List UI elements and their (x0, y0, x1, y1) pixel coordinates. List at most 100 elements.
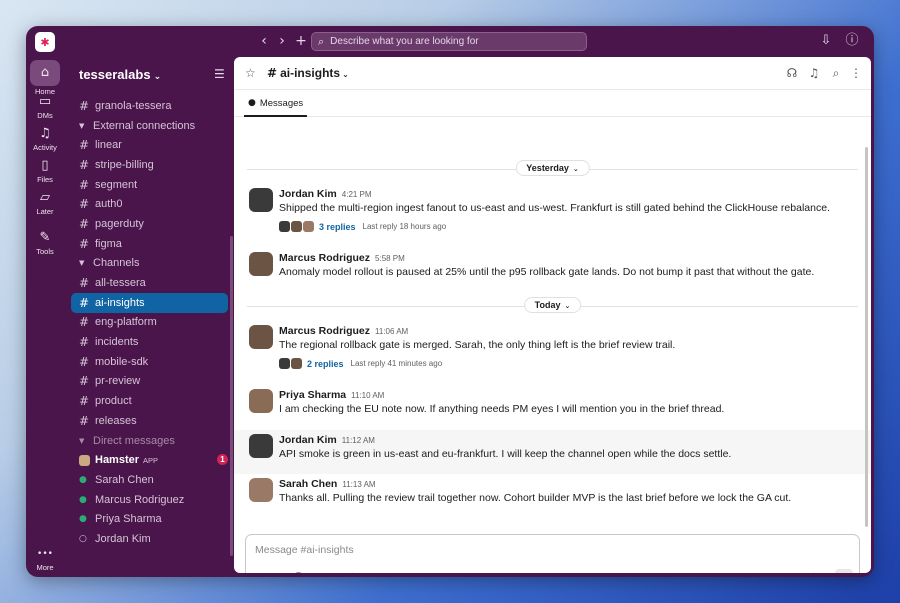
timestamp[interactable]: 4:21 PM (342, 190, 372, 199)
hamster-avatar (79, 454, 90, 466)
message-text: The regional rollback gate is merged. Sa… (279, 339, 676, 351)
sidebar-item-figma[interactable]: # figma (64, 234, 234, 254)
sidebar-item-eng-platform[interactable]: # eng-platform (64, 313, 234, 333)
author-name[interactable]: Jordan Kim (279, 434, 337, 446)
sidebar-item-pagerduty[interactable]: # pagerduty (64, 214, 234, 234)
author-name[interactable]: Sarah Chen (279, 478, 337, 490)
filter-icon[interactable]: ☰ (214, 67, 225, 81)
tab-messages[interactable]: ● Messages (244, 91, 308, 117)
rail-more[interactable]: ••• More (28, 546, 62, 572)
bell-icon[interactable]: ♫ (809, 572, 819, 574)
shortcut-icon[interactable]: ▢ (365, 572, 375, 573)
rail-home[interactable]: ⌂ Home (28, 60, 62, 96)
sidebar-item-linear[interactable]: # linear (64, 135, 234, 155)
timestamp[interactable]: 11:06 AM (375, 327, 408, 336)
sidebar-item-label: pr-review (95, 375, 141, 388)
reply-count[interactable]: 3 replies (319, 222, 356, 232)
back-button[interactable]: ‹ (256, 32, 272, 50)
avatar[interactable] (249, 389, 273, 413)
presence-icon: ● (79, 494, 87, 505)
video-icon[interactable]: ▭ (329, 572, 339, 573)
sidebar-item-incidents[interactable]: # incidents (64, 332, 234, 352)
message-scrollbar[interactable] (865, 147, 868, 527)
rail-tools[interactable]: ✎ Tools (28, 230, 62, 256)
channel-title[interactable]: # ai-insights ⌄ (267, 66, 349, 80)
sidebar-dm-marcus-rodriguez[interactable]: ● Marcus Rodriguez (64, 490, 234, 510)
message[interactable]: Priya Sharma 11:10 AM I am checking the EU… (234, 385, 871, 425)
rail-files[interactable]: ▯ Files (28, 158, 62, 184)
date-pill-today[interactable]: Today ⌄ (523, 297, 582, 313)
avatar[interactable] (249, 434, 273, 458)
thread-replies[interactable]: 2 replies Last reply 41 minutes ago (279, 358, 442, 369)
message[interactable]: Marcus Rodriguez 5:58 PM Anomaly model rol… (234, 248, 871, 288)
reply-avatar (279, 358, 290, 369)
more-vertical-icon[interactable]: ⋮ (849, 66, 863, 80)
sidebar-item-pr-review[interactable]: # pr-review (64, 372, 234, 392)
send-button[interactable]: ➤ (835, 569, 853, 573)
avatar[interactable] (249, 188, 273, 212)
slack-logo-icon[interactable]: ✱ (35, 32, 55, 52)
message-composer[interactable]: Message #ai-insights + Aa ☺ @ ▭ ♪ ▢ ♫ ➤ (245, 534, 860, 573)
headphones-icon[interactable]: ☊ (785, 66, 799, 80)
author-name[interactable]: Marcus Rodriguez (279, 252, 370, 264)
message[interactable]: Jordan Kim 11:12 AM API smoke is green in … (234, 430, 871, 474)
microphone-icon[interactable]: ♪ (347, 572, 357, 573)
sidebar-scrollbar[interactable] (230, 236, 233, 556)
timestamp[interactable]: 11:13 AM (342, 480, 375, 489)
author-name[interactable]: Jordan Kim (279, 188, 337, 200)
message[interactable]: Marcus Rodriguez 11:06 AM The regional rol… (234, 321, 871, 379)
timestamp[interactable]: 11:10 AM (351, 391, 384, 400)
hash-icon: # (79, 197, 90, 212)
sidebar-item-all-tessera[interactable]: # all-tessera (64, 273, 234, 293)
author-name[interactable]: Marcus Rodriguez (279, 325, 370, 337)
help-icon[interactable]: ⓘ (844, 33, 860, 49)
avatar[interactable] (249, 325, 273, 349)
sidebar-item-label: Hamster (95, 454, 140, 467)
reply-count[interactable]: 2 replies (307, 359, 344, 369)
timestamp[interactable]: 5:58 PM (375, 254, 405, 263)
forward-button[interactable]: › (274, 32, 290, 50)
sidebar-dm-sarah-chen[interactable]: ● Sarah Chen (64, 470, 234, 490)
workspace-switcher[interactable]: tesseralabs ⌄ (79, 67, 161, 82)
composer-placeholder: Message #ai-insights (255, 544, 354, 556)
new-button[interactable]: + (293, 32, 309, 50)
sidebar-item-auth0[interactable]: # auth0 (64, 194, 234, 214)
sidebar-item-stripe-billing[interactable]: # stripe-billing (64, 155, 234, 175)
message[interactable]: Sarah Chen 11:13 AM Thanks all. Pulling th… (234, 474, 871, 514)
sidebar-dm-priya-sharma[interactable]: ● Priya Sharma (64, 509, 234, 529)
sidebar-item-releases[interactable]: # releases (64, 411, 234, 431)
download-icon[interactable]: ⇩ (818, 33, 834, 49)
thread-replies[interactable]: 3 replies Last reply 18 hours ago (279, 221, 446, 232)
bell-icon[interactable]: ♫ (807, 66, 821, 80)
sidebar-item-product[interactable]: # product (64, 391, 234, 411)
avatar[interactable] (249, 252, 273, 276)
sidebar-section[interactable]: ▼ External connections (64, 116, 234, 136)
rail-dms[interactable]: ▭ DMs (28, 94, 62, 120)
star-icon[interactable]: ☆ (245, 66, 256, 80)
sidebar-section[interactable]: ▼ Channels (64, 254, 234, 274)
rail-later[interactable]: ▱ Later (28, 190, 62, 216)
sidebar-item-label: Priya Sharma (95, 513, 162, 526)
date-pill-yesterday[interactable]: Yesterday ⌄ (515, 160, 590, 176)
timestamp[interactable]: 11:12 AM (342, 436, 375, 445)
avatar[interactable] (249, 478, 273, 502)
search-icon[interactable]: ⌕ (829, 66, 843, 81)
message[interactable]: Jordan Kim 4:21 PM Shipped the multi-regio… (234, 184, 871, 242)
sidebar-item-granola-tessera[interactable]: # granola-tessera (64, 96, 234, 116)
search-input[interactable]: ⌕ Describe what you are looking for (311, 32, 587, 51)
plus-icon[interactable]: + (255, 572, 265, 573)
sidebar-dm-hamster[interactable]: Hamster APP 1 (64, 450, 234, 470)
sidebar-section[interactable]: ▼ Direct messages (64, 431, 234, 451)
sidebar-item-mobile-sdk[interactable]: # mobile-sdk (64, 352, 234, 372)
rail-files-label: Files (37, 175, 53, 184)
sidebar-item-ai-insights[interactable]: # ai-insights (71, 292, 228, 313)
format-button[interactable]: Aa (273, 572, 285, 573)
author-name[interactable]: Priya Sharma (279, 389, 346, 401)
sidebar-item-label: auth0 (95, 198, 123, 211)
hash-icon: # (267, 66, 278, 80)
mention-icon[interactable]: @ (311, 572, 321, 573)
sidebar-dm-jordan-kim[interactable]: ○ Jordan Kim (64, 529, 234, 549)
sidebar-item-segment[interactable]: # segment (64, 175, 234, 195)
emoji-icon[interactable]: ☺ (293, 572, 303, 573)
rail-activity[interactable]: ♫ Activity (28, 126, 62, 152)
